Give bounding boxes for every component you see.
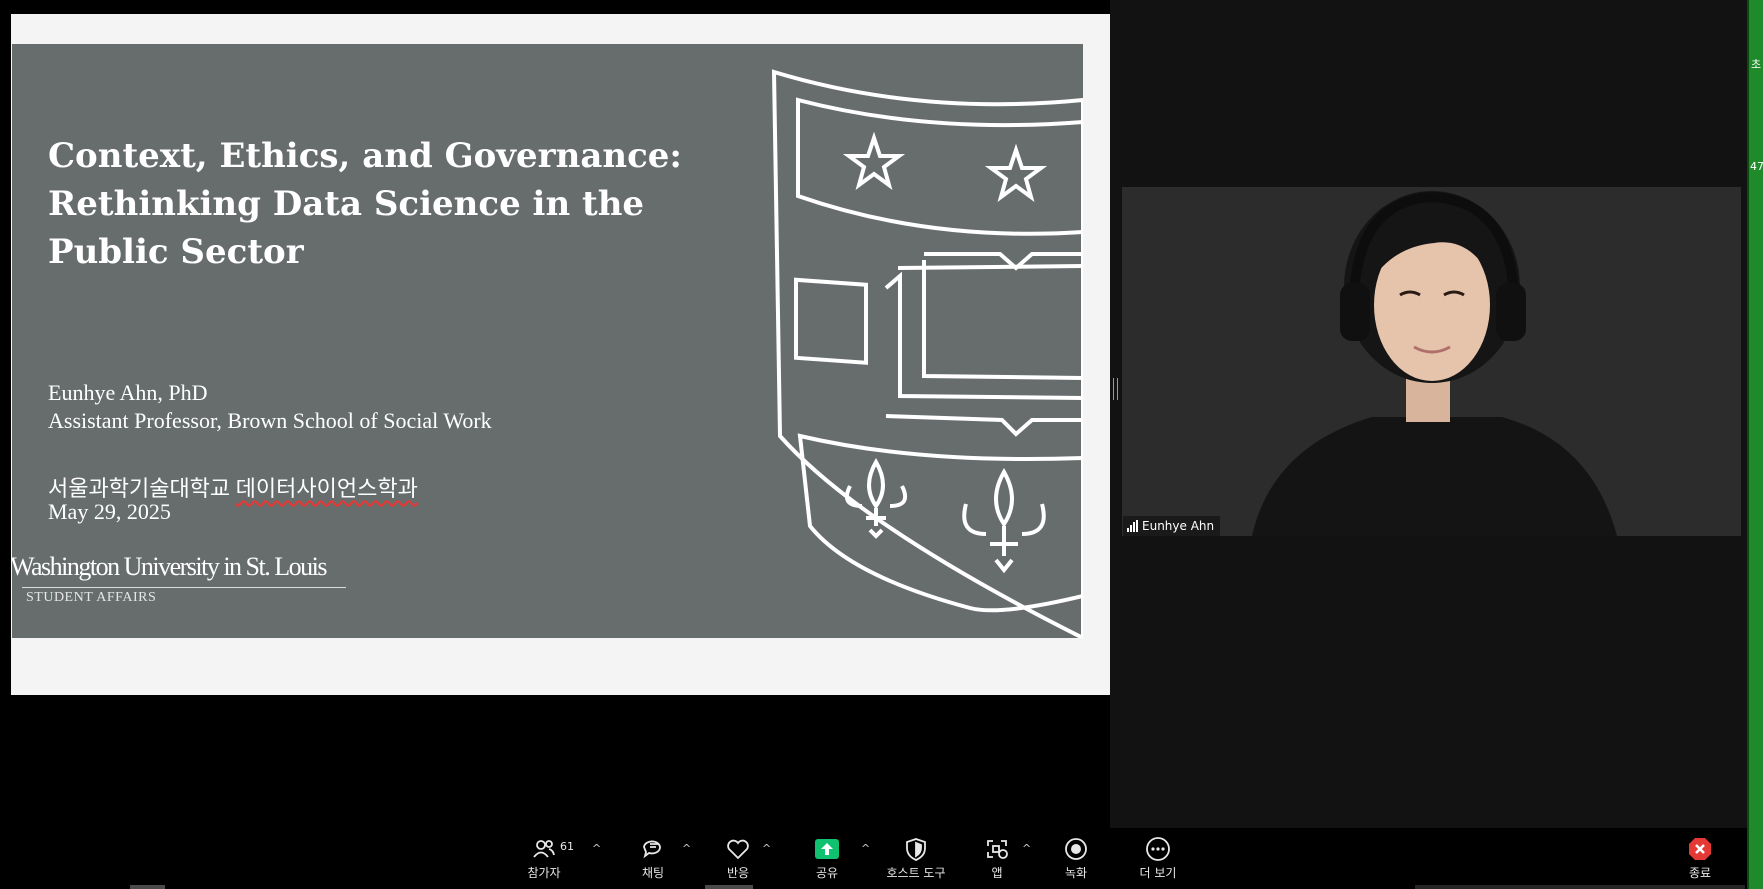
end-label: 종료 [1688, 866, 1712, 880]
panel-resize-handle[interactable] [1113, 378, 1118, 400]
close-icon [1689, 838, 1711, 860]
apps-label: 앱 [991, 866, 1003, 880]
logo-subtext: STUDENT AFFAIRS [26, 590, 157, 602]
reactions-label: 반응 [726, 866, 750, 880]
chat-button[interactable]: 채팅 [613, 833, 693, 883]
heart-icon [727, 839, 749, 860]
apps-button[interactable]: 앱 [957, 833, 1037, 883]
slide-date: May 29, 2025 [48, 499, 171, 524]
record-button[interactable]: 녹화 [1036, 833, 1116, 883]
logo-divider [22, 587, 346, 588]
host-department: 데이터사이언스학과 [235, 476, 418, 501]
side-strip-label: 초 [1751, 58, 1762, 71]
university-crest-icon [771, 69, 1083, 638]
share-screen-icon [815, 839, 839, 859]
reactions-button[interactable]: 반응 [698, 833, 778, 883]
more-label: 더 보기 [1139, 866, 1177, 880]
participant-name-tag: Eunhye Ahn [1123, 516, 1221, 536]
participant-name: Eunhye Ahn [1142, 519, 1215, 533]
record-label: 녹화 [1064, 866, 1088, 880]
participants-menu-caret[interactable]: ^ [592, 842, 601, 855]
chat-label: 채팅 [641, 866, 665, 880]
taskbar-indicator [130, 885, 165, 889]
university-logo-text: Washington University in St. Louis [12, 552, 327, 581]
signal-strength-icon [1127, 520, 1138, 532]
participant-video-icon [1122, 187, 1741, 536]
side-strip-number: 47 [1750, 160, 1763, 173]
share-screen-button[interactable]: 공유 [787, 833, 867, 883]
presenter-position: Assistant Professor, Brown School of Soc… [48, 408, 492, 433]
participants-icon [533, 840, 555, 858]
taskbar-indicator [1415, 885, 1745, 889]
share-menu-caret[interactable]: ^ [861, 842, 870, 855]
more-icon [1146, 837, 1170, 861]
participant-video-tile[interactable] [1122, 187, 1741, 536]
participants-label: 참가자 [527, 866, 561, 880]
meeting-toolbar [0, 828, 1747, 889]
slide-title: Context, Ethics, and Governance: Rethink… [48, 136, 682, 272]
apps-icon [987, 840, 1008, 859]
participants-count: 61 [560, 840, 574, 853]
share-label: 공유 [815, 866, 839, 880]
apps-menu-caret[interactable]: ^ [1022, 842, 1031, 855]
chat-icon [643, 840, 661, 859]
side-strip: 초 47 [1749, 0, 1763, 889]
host-tools-button[interactable]: 호스트 도구 [876, 833, 956, 883]
more-button[interactable]: 더 보기 [1118, 833, 1198, 883]
reactions-menu-caret[interactable]: ^ [762, 842, 771, 855]
host-university: 서울과학기술대학교 [48, 476, 231, 501]
host-tools-label: 호스트 도구 [886, 866, 946, 880]
taskbar-indicator [705, 885, 753, 889]
chat-menu-caret[interactable]: ^ [682, 842, 691, 855]
shield-icon [906, 838, 926, 861]
presenter-name: Eunhye Ahn, PhD [48, 380, 208, 405]
presentation-slide: Context, Ethics, and Governance: Rethink… [12, 44, 1083, 638]
record-icon [1065, 838, 1087, 860]
end-meeting-button[interactable]: 종료 [1660, 833, 1740, 883]
